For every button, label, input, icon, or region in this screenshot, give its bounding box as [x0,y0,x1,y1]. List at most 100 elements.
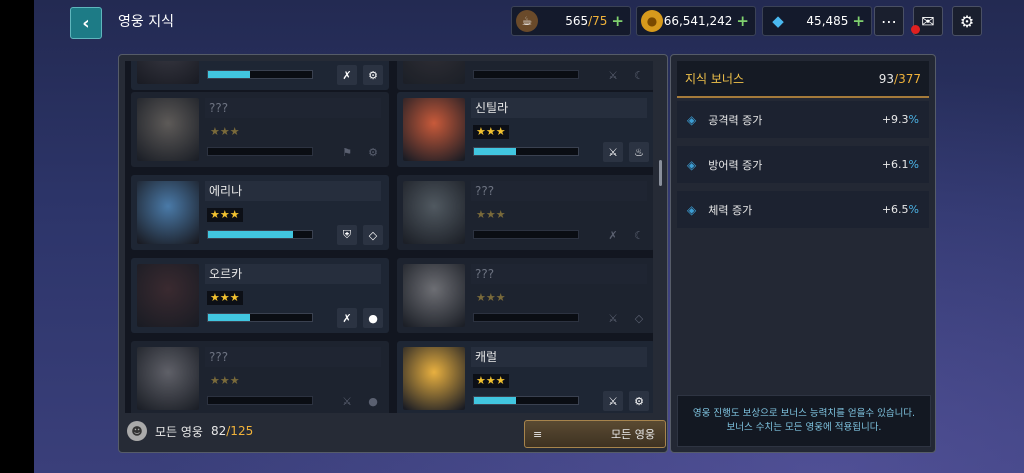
hero-progress-fill [474,397,516,404]
hero-stars: ★★★ [476,208,506,221]
hero-stars: ★★★ [207,208,243,222]
gear-icon[interactable]: ⚙ [363,142,383,162]
menu-icon: ≡ [533,427,543,441]
bonus-count: 93 [878,71,895,86]
hero-progress-bar [473,70,579,79]
diamond-bullet-icon: ◈ [687,157,697,172]
hero-card[interactable]: 신틸라 ★★★ ⚔ ♨ [397,92,653,167]
crossed-swords-icon[interactable]: ⚔ [603,308,623,328]
desc-line-1: 영웅 진행도 보상으로 보너스 능력치를 얻을수 있습니다. [692,408,916,419]
gear-icon[interactable]: ⚙ [629,391,649,411]
scrollbar[interactable] [659,160,662,186]
hero-progress-bar [473,396,579,405]
back-button[interactable]: ‹ [70,7,102,39]
stat-unit: % [908,158,919,171]
shield-icon[interactable]: ⛨ [337,225,357,245]
add-stamina-icon[interactable]: + [611,12,624,30]
stamina-resource[interactable]: ☕ 565/75 + [511,6,631,36]
hero-stars: ★★★ [210,125,240,138]
hero-count-total: /125 [226,424,254,438]
hero-count-value: 82 [210,424,227,438]
gear-icon: ⚙ [959,11,975,31]
sword-off-icon[interactable]: ✗ [337,65,357,85]
water-drop-icon[interactable]: ● [363,308,383,328]
hero-portrait [137,181,199,244]
page-title: 영웅 지식 [118,14,174,30]
hero-portrait [403,347,465,410]
stat-label: 방어력 증가 [708,158,763,172]
notification-dot [911,25,920,34]
hero-progress-fill [208,314,250,321]
sword-icon[interactable]: ⚔ [603,65,623,85]
gems-resource[interactable]: ◆ 45,485 + [762,6,872,36]
stat-row-defense: ◈ 방어력 증가 +6.1% [677,146,929,183]
sword-off-icon[interactable]: ✗ [603,225,623,245]
hero-progress-bar [207,70,313,79]
hero-card[interactable]: ??? ★★★ ✗ ☾ [397,175,653,250]
stat-value: +6.5 [881,203,909,216]
hero-name: ??? [205,98,381,118]
hero-stars: ★★★ [476,291,506,304]
bonus-panel: 지식 보너스 93/377 ◈ 공격력 증가 +9.3% ◈ 방어력 증가 +6… [670,54,936,453]
bonus-label: 지식 보너스 [685,72,745,86]
gold-value: 66,541,242 [663,14,733,28]
hero-name: 신틸라 [471,98,647,118]
diamond-bullet-icon: ◈ [687,202,697,217]
chat-button[interactable]: ⋯ [874,6,904,36]
hero-name: ??? [471,264,647,284]
hero-card[interactable]: ??? ★★★ ⚔ ◇ [397,258,653,333]
filter-label: 모든 영웅 [611,428,655,441]
stat-label: 공격력 증가 [708,113,763,127]
settings-button[interactable]: ⚙ [952,6,982,36]
chevron-left-icon: ‹ [82,12,90,34]
screen: ‹ 영웅 지식 ☕ 565/75 + ● 66,541,242 + ◆ 45,4… [34,0,1024,473]
hero-card[interactable]: 오르카 ★★★ ✗ ● [131,258,389,333]
mail-icon: ✉ [921,11,935,31]
hero-portrait [403,98,465,161]
hero-progress-fill [208,231,294,238]
coffee-icon: ☕ [516,10,538,32]
hero-card[interactable]: ⚔ ☾ [397,61,653,90]
water-drop-icon[interactable]: ● [363,391,383,411]
stat-row-health: ◈ 체력 증가 +6.5% [677,191,929,228]
gear-icon[interactable]: ⚙ [363,65,383,85]
stat-value: +6.1 [881,158,909,171]
chat-icon: ⋯ [881,11,897,31]
fire-icon[interactable]: ♨ [629,142,649,162]
hero-name: 에리나 [205,181,381,201]
hero-card[interactable]: 에리나 ★★★ ⛨ ◇ [131,175,389,250]
hero-portrait [137,264,199,327]
hero-count: ☻ 모든 영웅 82 /125 [127,421,253,441]
add-gold-icon[interactable]: + [736,12,749,30]
diamond-outline-icon[interactable]: ◇ [363,225,383,245]
hero-progress-bar [207,230,313,239]
crossed-swords-icon[interactable]: ⚔ [603,142,623,162]
moon-icon[interactable]: ☾ [629,225,649,245]
hero-portrait [137,61,199,84]
hero-grid[interactable]: ✗ ⚙ ⚔ ☾??? ★★★ ⚑ ⚙ 신틸라 ★★★ ⚔ ♨ 에리나 ★★★ ⛨ ◇??? ★★★ ✗ ☾ 오르카 ★… [125,61,653,413]
diamond-outline-icon[interactable]: ◇ [629,308,649,328]
filter-button[interactable]: ≡ 모든 영웅 [524,420,666,448]
sword-off-icon[interactable]: ✗ [337,308,357,328]
bonus-description: 영웅 진행도 보상으로 보너스 능력치를 얻을수 있습니다. 보너스 수치는 모… [677,395,931,447]
hero-stars: ★★★ [473,374,509,388]
hero-name: ??? [471,181,647,201]
hero-card[interactable]: ??? ★★★ ⚑ ⚙ [131,92,389,167]
stamina-value: 565 [565,14,589,28]
stat-row-attack: ◈ 공격력 증가 +9.3% [677,101,929,138]
crossed-swords-icon[interactable]: ⚔ [603,391,623,411]
hero-progress-bar [473,147,579,156]
hero-card[interactable]: 캐럴 ★★★ ⚔ ⚙ [397,341,653,413]
hero-progress-bar [207,313,313,322]
crossed-swords-icon[interactable]: ⚔ [337,391,357,411]
shield-wing-icon[interactable]: ⚑ [337,142,357,162]
hero-portrait [137,98,199,161]
hero-card[interactable]: ??? ★★★ ⚔ ● [131,341,389,413]
hero-card[interactable]: ✗ ⚙ [131,61,389,90]
stat-label: 체력 증가 [708,203,753,217]
add-gems-icon[interactable]: + [852,12,865,30]
gold-resource[interactable]: ● 66,541,242 + [636,6,756,36]
hero-progress-fill [208,71,250,78]
moon-icon[interactable]: ☾ [629,65,649,85]
stat-unit: % [908,203,919,216]
